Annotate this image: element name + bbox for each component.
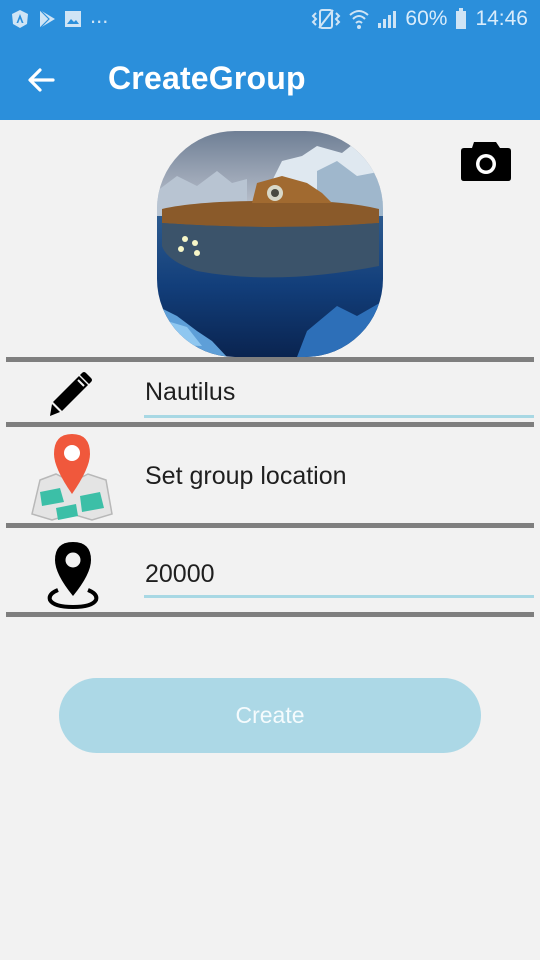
radius-input[interactable]: 20000 — [145, 560, 215, 589]
group-name-icon-wrap — [48, 372, 96, 418]
map-location-icon — [31, 434, 113, 521]
divider — [6, 422, 534, 427]
app-bar: CreateGroup — [0, 38, 540, 120]
change-photo-button[interactable] — [460, 138, 512, 182]
battery-icon — [456, 8, 467, 29]
divider — [6, 357, 534, 362]
image-icon — [65, 11, 81, 27]
page-title: CreateGroup — [108, 60, 306, 96]
wifi-icon — [349, 10, 370, 29]
arrow-left-icon — [28, 68, 55, 92]
radius-underline — [144, 595, 534, 598]
set-location-button[interactable] — [30, 432, 114, 522]
camera-icon — [461, 142, 511, 181]
submarine-image — [157, 131, 383, 357]
pencil-icon — [50, 372, 92, 416]
app-notification-icon — [12, 10, 28, 28]
back-button[interactable] — [22, 60, 62, 100]
overflow-dots: ... — [90, 3, 109, 28]
signal-icon — [378, 11, 397, 28]
group-photo[interactable] — [157, 131, 383, 357]
divider — [6, 612, 534, 617]
play-store-icon — [39, 9, 55, 29]
create-button[interactable]: Create — [59, 678, 481, 753]
status-time: 14:46 — [475, 7, 528, 30]
vibrate-icon — [311, 9, 341, 29]
status-bar: ... 60% 14:46 — [0, 0, 540, 38]
group-name-underline — [144, 415, 534, 418]
map-pin-icon — [47, 542, 99, 610]
divider — [6, 523, 534, 528]
set-location-label[interactable]: Set group location — [145, 462, 347, 491]
radius-icon-wrap — [46, 540, 100, 610]
battery-percent: 60% — [405, 7, 448, 30]
group-name-input[interactable]: Nautilus — [145, 378, 235, 407]
